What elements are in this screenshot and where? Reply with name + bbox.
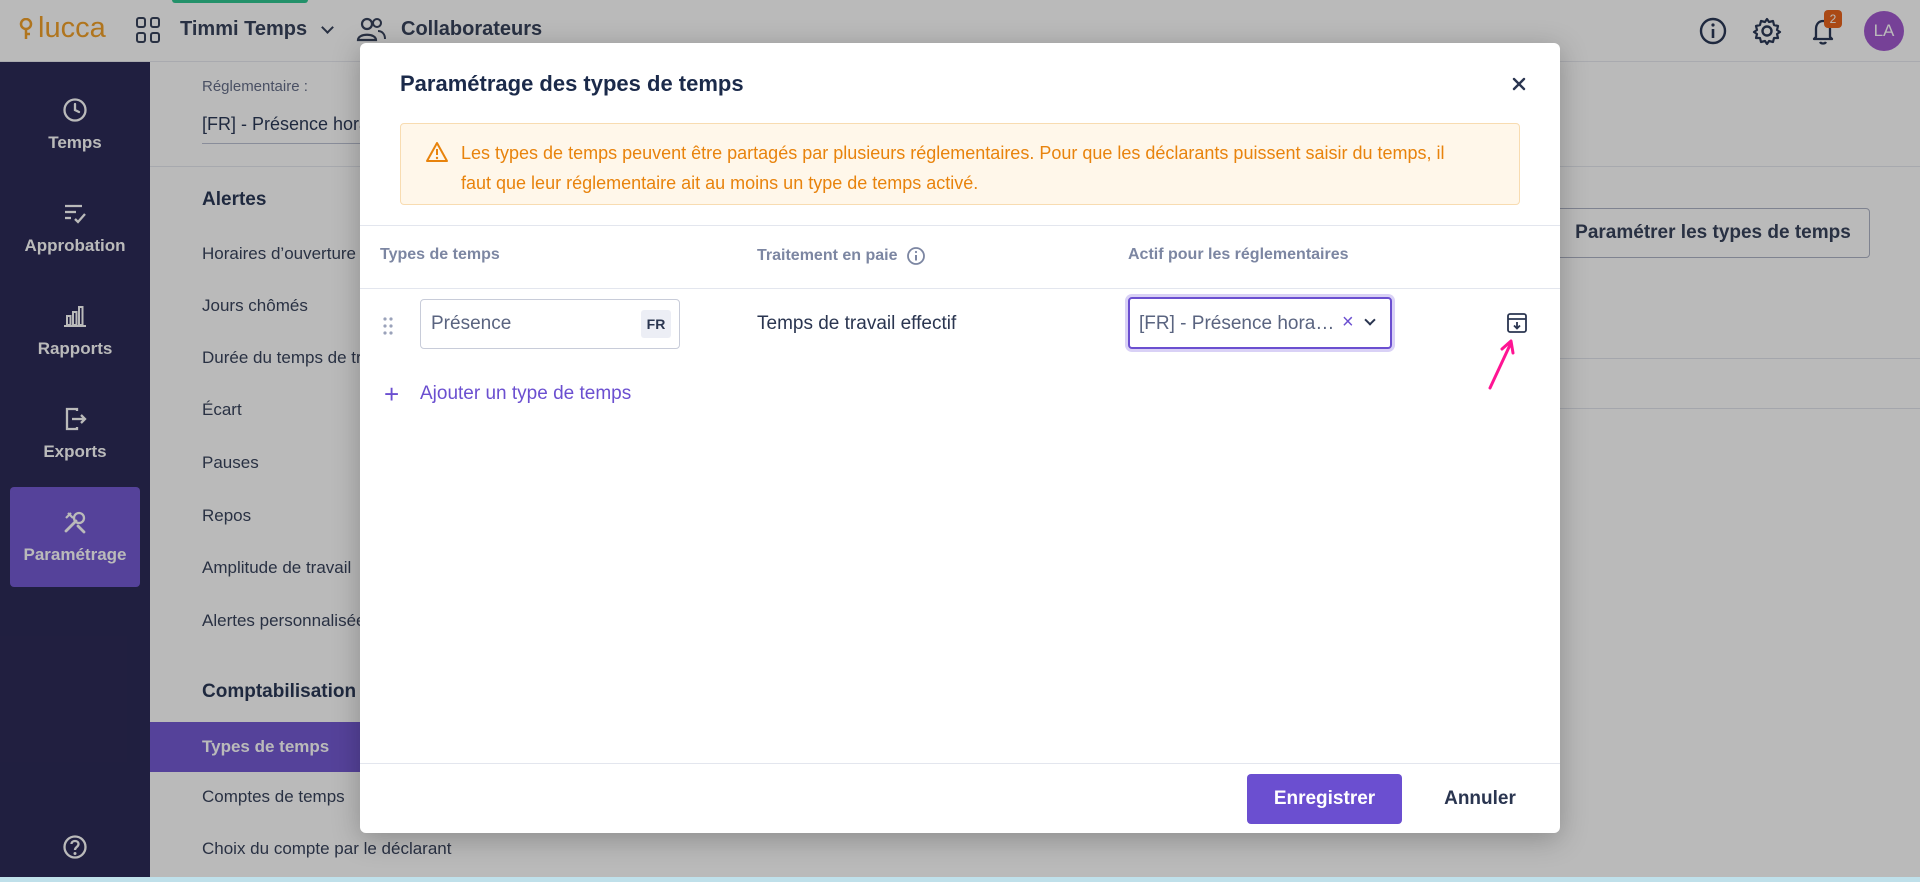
language-chip[interactable]: FR xyxy=(641,310,671,338)
time-type-name-input[interactable]: Présence FR xyxy=(420,299,680,349)
add-time-type-button[interactable]: + Ajouter un type de temps xyxy=(384,379,632,409)
divider xyxy=(360,225,1560,226)
cancel-button[interactable]: Annuler xyxy=(1426,774,1534,824)
modal-title: Paramétrage des types de temps xyxy=(400,71,744,96)
add-time-type-label: Ajouter un type de temps xyxy=(420,383,632,404)
reglementaires-select-value: [FR] - Présence horaire (heures) xyxy=(1139,313,1335,334)
reglementaires-select[interactable]: [FR] - Présence horaire (heures) × xyxy=(1128,297,1392,349)
archive-icon[interactable] xyxy=(1505,311,1529,335)
time-type-name-value: Présence xyxy=(431,313,512,334)
warning-text: Les types de temps peuvent être partagés… xyxy=(461,143,1445,193)
column-header-types: Types de temps xyxy=(380,246,500,263)
warning-callout: Les types de temps peuvent être partagés… xyxy=(400,123,1520,205)
chevron-down-icon[interactable] xyxy=(1364,314,1376,326)
time-types-modal: Paramétrage des types de temps Les types… xyxy=(360,43,1560,833)
info-icon[interactable] xyxy=(906,246,926,266)
column-header-label: Traitement en paie xyxy=(757,247,898,264)
column-header-traitement: Traitement en paie xyxy=(757,246,926,266)
column-header-actif: Actif pour les réglementaires xyxy=(1128,246,1349,263)
drag-handle-icon[interactable] xyxy=(382,316,394,336)
warning-icon xyxy=(426,142,448,162)
clear-icon[interactable]: × xyxy=(1342,311,1354,334)
bottom-strip xyxy=(0,877,1920,882)
save-button[interactable]: Enregistrer xyxy=(1247,774,1402,824)
divider xyxy=(360,288,1560,289)
annotation-arrow-icon xyxy=(1488,339,1515,390)
divider xyxy=(360,763,1560,764)
plus-icon: + xyxy=(384,379,400,409)
traitement-value: Temps de travail effectif xyxy=(757,313,957,334)
close-icon[interactable] xyxy=(1506,71,1532,97)
